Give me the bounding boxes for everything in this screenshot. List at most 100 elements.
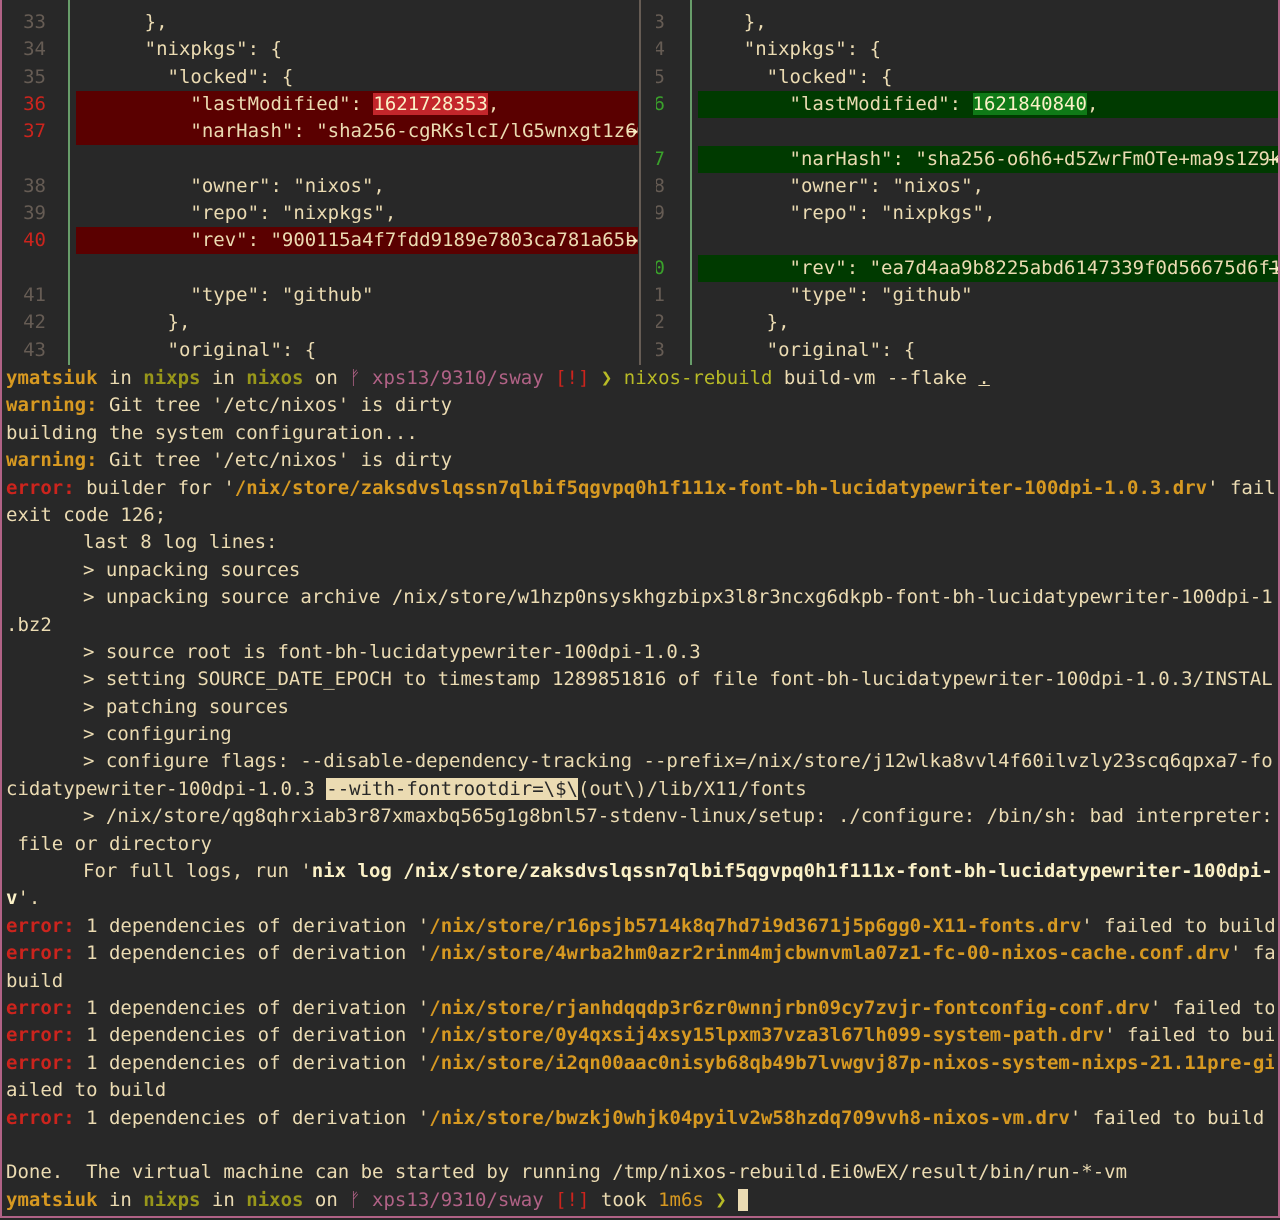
prompt-text: in bbox=[97, 367, 144, 389]
code-text: }, bbox=[698, 11, 767, 33]
warning-line: warning: Git tree '/etc/nixos' is dirty bbox=[6, 392, 1274, 419]
code-text: "locked": { bbox=[698, 65, 893, 88]
line-number: 35 bbox=[23, 65, 46, 88]
code-text: "type": "github" bbox=[76, 284, 374, 306]
diff-line: 43 "original": { bbox=[656, 337, 1278, 364]
diff-code: "original": { bbox=[698, 337, 1278, 364]
line-continuation-icon: → bbox=[1268, 256, 1280, 279]
error-line: error: 1 dependencies of derivation '/ni… bbox=[6, 1022, 1274, 1049]
diff-code: }, bbox=[76, 9, 638, 36]
command-name: nixos-rebuild bbox=[623, 367, 773, 389]
line-number: 43 bbox=[23, 338, 46, 361]
diff-code: "nixpkgs": { bbox=[76, 36, 638, 63]
terminal-window[interactable]: 33 }, 34 "nixpkgs": {35 "locked": {36 "la… bbox=[0, 0, 1280, 1218]
prompt-dir: nixos bbox=[246, 367, 304, 389]
error-line: error: 1 dependencies of derivation '/ni… bbox=[6, 995, 1274, 1022]
log-text: (out\)/lib/X11/fonts bbox=[577, 777, 807, 800]
code-text: "original": { bbox=[698, 338, 916, 361]
log-line: > configure flags: --disable-dependency-… bbox=[83, 750, 1274, 773]
log-line: > patching sources bbox=[83, 695, 289, 718]
diff-line: 42 }, bbox=[656, 309, 1278, 336]
error-line: error: 1 dependencies of derivation '/ni… bbox=[6, 940, 1274, 967]
prompt-text: in bbox=[200, 367, 247, 389]
diff-line: 34 "nixpkgs": { bbox=[656, 36, 1278, 63]
error-line-wrap: ailed to build bbox=[6, 1079, 167, 1102]
diff-added-line: 36 "lastModified": 1621840840, bbox=[656, 90, 1278, 118]
error-text: builder for ' bbox=[74, 476, 235, 499]
error-text: 1 dependencies of derivation ' bbox=[74, 1106, 430, 1129]
diff-removed-line: 36 "lastModified": 1621728353, bbox=[6, 90, 638, 118]
diff-code: "repo": "nixpkgs", bbox=[698, 200, 1278, 227]
pane-divider bbox=[639, 0, 641, 365]
code-text: "nixpkgs": { bbox=[76, 38, 282, 61]
store-path: /nix/store/zaksdvslqssn7qlbif5qgvpq0h1f1… bbox=[234, 476, 1208, 499]
log-text: '. bbox=[17, 887, 41, 910]
log-hint-line: v'. bbox=[6, 885, 1274, 912]
code-text: "locked": { bbox=[76, 65, 294, 88]
error-text: 1 dependencies of derivation ' bbox=[74, 996, 430, 1019]
diff-code: "repo": "nixpkgs", bbox=[76, 200, 638, 227]
log-line: > /nix/store/qg8qhrxiab3r87xmaxbq565g1g8… bbox=[83, 805, 1274, 828]
error-text: 1 dependencies of derivation ' bbox=[74, 1024, 430, 1047]
diff-code: "locked": { bbox=[76, 64, 638, 91]
diff-line: 33 }, bbox=[656, 9, 1278, 36]
warning-text: Git tree '/etc/nixos' is dirty bbox=[97, 449, 453, 472]
line-number: 42 bbox=[23, 311, 46, 334]
diff-line bbox=[6, 146, 638, 173]
log-line: .bz2 bbox=[6, 613, 52, 636]
log-line: > unpacking source archive /nix/store/w1… bbox=[83, 586, 1274, 609]
error-label: error: bbox=[6, 1106, 75, 1129]
line-number: 38 bbox=[656, 173, 672, 200]
line-number: 38 bbox=[23, 174, 46, 197]
text-selection[interactable]: --with-fontrootdir=\$\ bbox=[326, 777, 578, 800]
command-duration: 1m6s bbox=[658, 1188, 704, 1211]
line-number: 33 bbox=[23, 11, 46, 33]
prompt-host: nixps bbox=[143, 1188, 201, 1211]
code-text: }, bbox=[76, 311, 191, 334]
prompt-text: in bbox=[200, 1188, 247, 1211]
prompt-user: ymatsiuk bbox=[6, 1188, 98, 1211]
command-args: build-vm --flake bbox=[772, 367, 979, 389]
changed-value: 1621728353 bbox=[373, 92, 488, 115]
error-label: error: bbox=[6, 914, 75, 937]
store-path: /nix/store/bwzkj0whjk04pyilv2w58hzdq709v… bbox=[429, 1106, 1070, 1129]
warning-text: Git tree '/etc/nixos' is dirty bbox=[97, 394, 453, 417]
diff-line: 39 "repo": "nixpkgs", bbox=[656, 200, 1278, 227]
warning-label: warning: bbox=[6, 394, 98, 417]
diff-line: 38 "owner": "nixos", bbox=[6, 173, 638, 200]
line-number: 33 bbox=[656, 9, 672, 36]
log-line: cidatypewriter-100dpi-1.0.3 --with-fontr… bbox=[6, 776, 1274, 803]
diff-removed-line: 40 "rev": "900115a4f7fdd9189e7803ca781a6… bbox=[6, 227, 638, 255]
log-line: > setting SOURCE_DATE_EPOCH to timestamp… bbox=[83, 668, 1274, 691]
code-text: "lastModified": bbox=[698, 92, 973, 115]
done-line: Done. The virtual machine can be started… bbox=[6, 1161, 1128, 1184]
nix-log-command: v bbox=[6, 887, 18, 910]
log-line: > unpacking sources bbox=[83, 558, 301, 581]
diff-code: "lastModified": 1621728353, bbox=[76, 90, 638, 118]
diff-added-line: 40 "rev": "ea7d4aa9b8225abd6147339f0d566… bbox=[656, 254, 1280, 282]
line-number: 41 bbox=[23, 284, 46, 306]
output-line: exit code 126; bbox=[6, 503, 167, 526]
prompt-dir: nixos bbox=[246, 1188, 304, 1211]
log-text: For full logs, run ' bbox=[83, 860, 312, 883]
error-line: error: 1 dependencies of derivation '/ni… bbox=[6, 1050, 1274, 1077]
code-text: , bbox=[487, 92, 500, 115]
diff-line: 41 "type": "github" bbox=[656, 282, 1278, 309]
prompt-user: ymatsiuk bbox=[6, 367, 98, 389]
code-text: "owner": "nixos", bbox=[76, 174, 385, 197]
prompt-line[interactable]: ymatsiuk in nixps in nixos on ᚠ xps13/93… bbox=[6, 1187, 1274, 1214]
prompt-line: ymatsiuk in nixps in nixos on ᚠ xps13/93… bbox=[6, 365, 1274, 392]
text-cursor[interactable] bbox=[738, 1189, 749, 1212]
diff-line: 41 "type": "github" bbox=[6, 282, 638, 309]
diff-line: 39 "repo": "nixpkgs", bbox=[6, 200, 638, 227]
error-text: 1 dependencies of derivation ' bbox=[74, 942, 430, 965]
code-text: }, bbox=[698, 311, 790, 334]
terminal-output[interactable]: ymatsiuk in nixps in nixos on ᚠ xps13/93… bbox=[6, 365, 1274, 1214]
line-number: 41 bbox=[656, 282, 672, 309]
prompt-text: took bbox=[589, 1188, 659, 1211]
diff-line: 42 }, bbox=[6, 309, 638, 336]
log-line: last 8 log lines: bbox=[83, 531, 278, 554]
log-line: > configuring bbox=[83, 723, 232, 746]
code-text: "lastModified": bbox=[76, 92, 374, 115]
diff-line: 33 }, bbox=[6, 9, 638, 36]
